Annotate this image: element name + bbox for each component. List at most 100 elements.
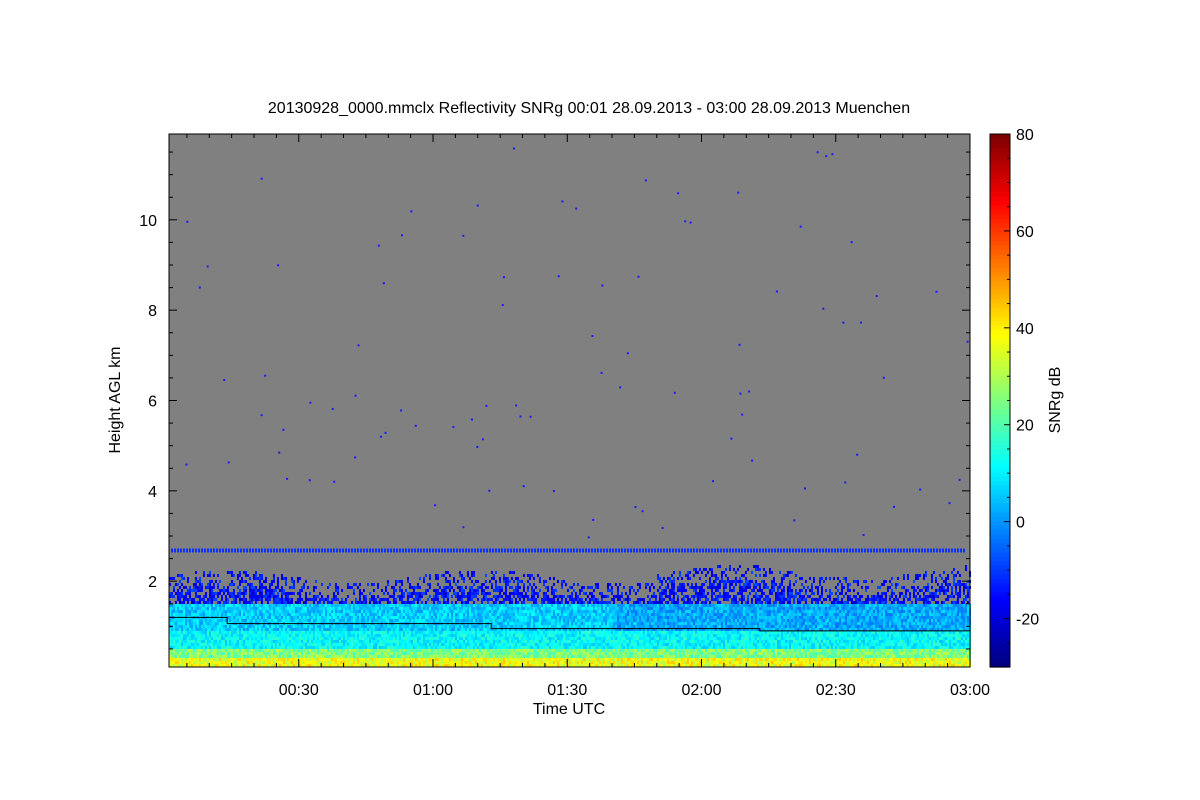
- heatmap-cell: [187, 640, 189, 643]
- heatmap-cell: [405, 652, 407, 655]
- heatmap-cell: [185, 622, 187, 625]
- heatmap-cell: [417, 586, 419, 589]
- heatmap-cell: [507, 631, 509, 634]
- heatmap-cell: [547, 610, 549, 613]
- heatmap-cell: [209, 628, 211, 631]
- heatmap-cell: [503, 640, 505, 643]
- heatmap-cell: [359, 583, 361, 586]
- heatmap-cell: [443, 628, 445, 631]
- heatmap-cell: [255, 646, 257, 649]
- heatmap-cell: [463, 637, 465, 640]
- heatmap-cell: [411, 661, 413, 664]
- heatmap-cell: [251, 604, 253, 607]
- heatmap-cell: [261, 595, 263, 598]
- heatmap-cell: [293, 637, 295, 640]
- heatmap-cell: [547, 631, 549, 634]
- heatmap-cell: [463, 658, 465, 661]
- heatmap-cell: [189, 613, 191, 616]
- heatmap-cell: [291, 577, 293, 580]
- heatmap-cell: [335, 616, 337, 619]
- heatmap-cell: [509, 637, 511, 640]
- heatmap-cell: [533, 595, 535, 598]
- heatmap-cell: [479, 607, 481, 610]
- heatmap-cell: [295, 649, 297, 652]
- heatmap-cell: [357, 619, 359, 622]
- heatmap-cell: [211, 604, 213, 607]
- heatmap-cell: [509, 658, 511, 661]
- heatmap-cell: [225, 658, 227, 661]
- heatmap-cell: [373, 619, 375, 622]
- heatmap-cell: [323, 640, 325, 643]
- heatmap-cell: [213, 583, 215, 586]
- heatmap-cell: [289, 643, 291, 646]
- heatmap-cell: [513, 607, 515, 610]
- heatmap-cell: [303, 628, 305, 631]
- heatmap-cell: [383, 649, 385, 652]
- heatmap-cell: [521, 601, 523, 604]
- heatmap-cell: [211, 610, 213, 613]
- heatmap-cell: [293, 649, 295, 652]
- heatmap-cell: [187, 598, 189, 601]
- heatmap-cell: [509, 595, 511, 598]
- heatmap-cell: [359, 619, 361, 622]
- heatmap-cell: [529, 637, 531, 640]
- heatmap-cell: [535, 604, 537, 607]
- heatmap-cell: [431, 649, 433, 652]
- heatmap-cell: [433, 628, 435, 631]
- heatmap-cell: [547, 619, 549, 622]
- heatmap-cell: [269, 628, 271, 631]
- heatmap-cell: [369, 610, 371, 613]
- heatmap-cell: [359, 631, 361, 634]
- heatmap-cell: [275, 631, 277, 634]
- heatmap-cell: [263, 604, 265, 607]
- heatmap-cell: [191, 637, 193, 640]
- heatmap-cell: [241, 640, 243, 643]
- heatmap-cell: [393, 619, 395, 622]
- heatmap-cell: [503, 631, 505, 634]
- heatmap-cell: [489, 619, 491, 622]
- heatmap-cell: [261, 589, 263, 592]
- heatmap-cell: [533, 616, 535, 619]
- heatmap-cell: [353, 631, 355, 634]
- heatmap-cell: [463, 595, 465, 598]
- heatmap-cell: [323, 604, 325, 607]
- heatmap-cell: [327, 598, 329, 601]
- heatmap-cell: [403, 634, 405, 637]
- heatmap-cell: [455, 637, 457, 640]
- heatmap-cell: [411, 592, 413, 595]
- heatmap-cell: [525, 646, 527, 649]
- heatmap-cell: [257, 643, 259, 646]
- heatmap-cell: [483, 589, 485, 592]
- heatmap-cell: [337, 625, 339, 628]
- heatmap-cell: [271, 652, 273, 655]
- heatmap-cell: [317, 631, 319, 634]
- heatmap-cell: [417, 646, 419, 649]
- heatmap-cell: [547, 661, 549, 664]
- heatmap-cell: [487, 592, 489, 595]
- heatmap-cell: [279, 640, 281, 643]
- heatmap-cell: [203, 640, 205, 643]
- heatmap-cell: [419, 604, 421, 607]
- heatmap-cell: [431, 628, 433, 631]
- heatmap-cell: [351, 619, 353, 622]
- heatmap-cell: [281, 619, 283, 622]
- heatmap-cell: [515, 616, 517, 619]
- heatmap-cell: [231, 652, 233, 655]
- heatmap-cell: [399, 628, 401, 631]
- heatmap-cell: [297, 580, 299, 583]
- heatmap-cell: [181, 595, 183, 598]
- heatmap-cell: [495, 604, 497, 607]
- heatmap-cell: [399, 661, 401, 664]
- heatmap-cell: [373, 646, 375, 649]
- heatmap-cell: [463, 640, 465, 643]
- heatmap-cell: [457, 625, 459, 628]
- heatmap-cell: [435, 610, 437, 613]
- heatmap-cell: [445, 646, 447, 649]
- heatmap-cell: [231, 646, 233, 649]
- heatmap-cell: [249, 586, 251, 589]
- heatmap-cell: [417, 598, 419, 601]
- heatmap-cell: [445, 649, 447, 652]
- heatmap-cell: [319, 634, 321, 637]
- heatmap-cell: [487, 634, 489, 637]
- heatmap-cell: [205, 613, 207, 616]
